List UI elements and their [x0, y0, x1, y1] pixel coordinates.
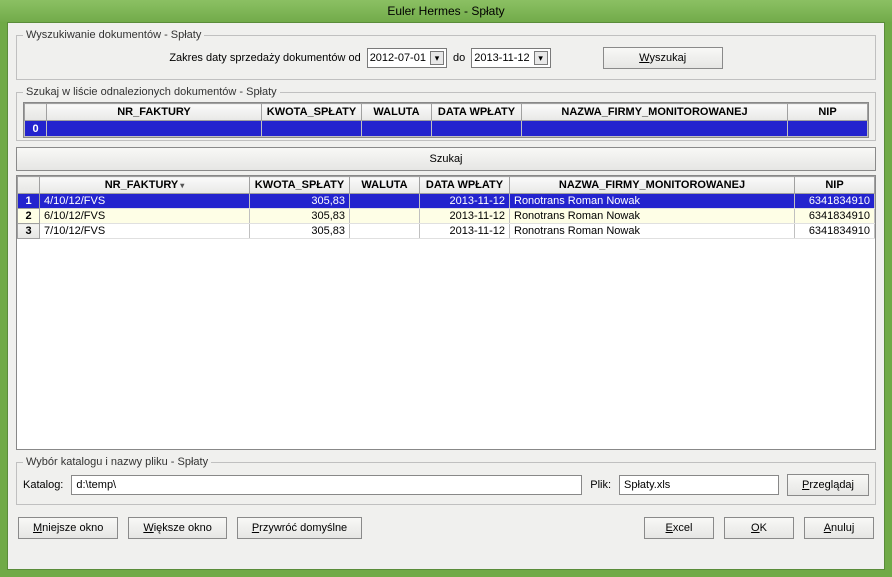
cell-data: 2013-11-12	[420, 224, 510, 239]
col-header[interactable]: KWOTA_SPŁATY	[262, 104, 362, 121]
cell-nip: 6341834910	[795, 224, 875, 239]
col-header[interactable]: NIP	[795, 177, 875, 194]
cell-nr: 7/10/12/FVS	[40, 224, 250, 239]
found-group: Szukaj w liście odnalezionych dokumentów…	[16, 86, 876, 141]
col-header[interactable]: WALUTA	[362, 104, 432, 121]
chevron-down-icon[interactable]: ▾	[534, 51, 548, 65]
filter-grid-header: NR_FAKTURY KWOTA_SPŁATY WALUTA DATA WPŁA…	[25, 104, 868, 121]
katalog-input[interactable]	[71, 475, 582, 495]
cell-data: 2013-11-12	[420, 194, 510, 209]
cell-firma: Ronotrans Roman Nowak	[510, 224, 795, 239]
col-header[interactable]: NR_FAKTURY	[47, 104, 262, 121]
cell-kwota: 305,83	[250, 224, 350, 239]
cell-nip: 6341834910	[795, 209, 875, 224]
col-header[interactable]: NAZWA_FIRMY_MONITOROWANEJ	[522, 104, 788, 121]
row-number: 2	[18, 209, 40, 224]
cell-firma: Ronotrans Roman Nowak	[510, 194, 795, 209]
window-title: Euler Hermes - Spłaty	[0, 0, 892, 22]
table-row[interactable]: 26/10/12/FVS305,83 2013-11-12Ronotrans Ro…	[18, 209, 875, 224]
cell-waluta	[350, 209, 420, 224]
cell-firma: Ronotrans Roman Nowak	[510, 209, 795, 224]
col-header[interactable]: WALUTA	[350, 177, 420, 194]
cell-nr: 6/10/12/FVS	[40, 209, 250, 224]
col-header[interactable]: NR_FAKTURY▾	[40, 177, 250, 194]
cell-nr: 4/10/12/FVS	[40, 194, 250, 209]
cell-nip: 6341834910	[795, 194, 875, 209]
row-number: 3	[18, 224, 40, 239]
filter-grid-row[interactable]: 0	[25, 121, 868, 137]
cell-waluta	[350, 224, 420, 239]
date-to-select[interactable]: 2013-11-12 ▾	[471, 48, 550, 68]
chevron-down-icon[interactable]: ▾	[430, 51, 444, 65]
cell-waluta	[350, 194, 420, 209]
search-legend: Wyszukiwanie dokumentów - Spłaty	[23, 29, 204, 41]
restore-defaults-button[interactable]: Przywróć domyślne	[237, 517, 362, 539]
found-legend: Szukaj w liście odnalezionych dokumentów…	[23, 86, 280, 98]
date-range-to-label: do	[453, 52, 465, 64]
results-grid[interactable]: NR_FAKTURY▾ KWOTA_SPŁATY WALUTA DATA WPŁ…	[16, 175, 876, 450]
cancel-button[interactable]: Anuluj	[804, 517, 874, 539]
table-row[interactable]: 14/10/12/FVS305,83 2013-11-12Ronotrans Ro…	[18, 194, 875, 209]
browse-button[interactable]: Przeglądaj	[787, 474, 869, 496]
file-legend: Wybór katalogu i nazwy pliku - Spłaty	[23, 456, 211, 468]
results-grid-header: NR_FAKTURY▾ KWOTA_SPŁATY WALUTA DATA WPŁ…	[18, 177, 875, 194]
date-range-label: Zakres daty sprzedaży dokumentów od	[169, 52, 360, 64]
date-from-value: 2012-07-01	[370, 52, 426, 64]
col-header[interactable]: NAZWA_FIRMY_MONITOROWANEJ	[510, 177, 795, 194]
katalog-label: Katalog:	[23, 479, 63, 491]
sort-indicator-icon: ▾	[180, 181, 184, 190]
col-header[interactable]: DATA WPŁATY	[432, 104, 522, 121]
plik-label: Plik:	[590, 479, 611, 491]
date-from-select[interactable]: 2012-07-01 ▾	[367, 48, 447, 68]
ok-button[interactable]: OK	[724, 517, 794, 539]
col-header[interactable]: DATA WPŁATY	[420, 177, 510, 194]
cell-kwota: 305,83	[250, 194, 350, 209]
plik-input[interactable]	[619, 475, 779, 495]
table-row[interactable]: 37/10/12/FVS305,83 2013-11-12Ronotrans Ro…	[18, 224, 875, 239]
bigger-window-button[interactable]: Większe okno	[128, 517, 226, 539]
smaller-window-button[interactable]: Mniejsze okno	[18, 517, 118, 539]
excel-button[interactable]: Excel	[644, 517, 714, 539]
row-number: 1	[18, 194, 40, 209]
col-header[interactable]: NIP	[788, 104, 868, 121]
search-button[interactable]: Wyszukaj	[603, 47, 723, 69]
col-header[interactable]: KWOTA_SPŁATY	[250, 177, 350, 194]
cell-kwota: 305,83	[250, 209, 350, 224]
file-group: Wybór katalogu i nazwy pliku - Spłaty Ka…	[16, 456, 876, 505]
cell-data: 2013-11-12	[420, 209, 510, 224]
filter-grid[interactable]: NR_FAKTURY KWOTA_SPŁATY WALUTA DATA WPŁA…	[23, 102, 869, 138]
search-group: Wyszukiwanie dokumentów - Spłaty Zakres …	[16, 29, 876, 80]
row-number: 0	[25, 121, 47, 137]
bottom-toolbar: Mniejsze okno Większe okno Przywróć domy…	[8, 509, 884, 549]
find-button[interactable]: Szukaj	[16, 147, 876, 171]
date-to-value: 2013-11-12	[474, 52, 529, 64]
